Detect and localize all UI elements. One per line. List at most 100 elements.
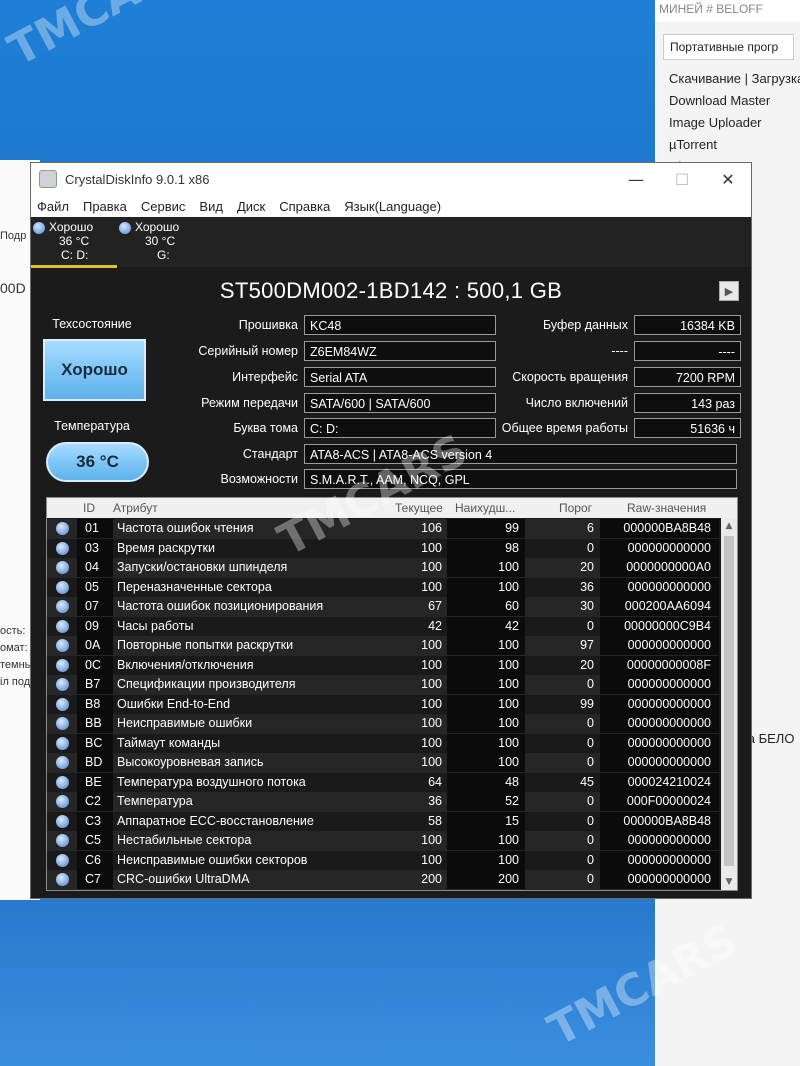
- smart-raw: 000000000000: [627, 579, 711, 594]
- table-row[interactable]: BE Температура воздушного потока 64 48 45 000…: [47, 772, 719, 792]
- health-status-button[interactable]: Хорошо: [43, 339, 146, 401]
- scroll-up-icon[interactable]: ▲: [721, 518, 737, 534]
- smart-raw: 000000000000: [627, 638, 711, 652]
- table-row[interactable]: 04 Запуски/остановки шпинделя 100 100 20 0000…: [47, 558, 719, 578]
- smart-current: 100: [421, 833, 442, 847]
- smart-worst: 99: [505, 521, 519, 535]
- maximize-button[interactable]: ☐: [659, 163, 705, 195]
- close-button[interactable]: ✕: [705, 163, 751, 195]
- col-threshold[interactable]: Порог: [559, 501, 592, 515]
- status-dot-icon: [56, 639, 69, 652]
- scroll-down-icon[interactable]: ▼: [721, 874, 737, 890]
- smart-id: C3: [85, 813, 101, 828]
- smart-id: 01: [85, 521, 99, 535]
- menu-disk[interactable]: Диск: [237, 199, 265, 214]
- table-row[interactable]: C3 Аппаратное ECC-восстановление 58 15 0 0000…: [47, 811, 719, 831]
- smart-worst: 42: [505, 618, 519, 633]
- smart-id: 07: [85, 599, 99, 613]
- menu-help[interactable]: Справка: [279, 199, 330, 214]
- menu-service[interactable]: Сервис: [141, 199, 186, 214]
- smart-attribute: Неисправимые ошибки: [117, 716, 253, 730]
- col-worst[interactable]: Наихудш...: [455, 501, 515, 515]
- table-row[interactable]: 0A Повторные попытки раскрутки 100 100 97 000…: [47, 636, 719, 656]
- transfer-label: Режим передачи: [201, 396, 298, 410]
- col-id[interactable]: ID: [83, 501, 95, 515]
- scroll-thumb[interactable]: [724, 536, 734, 866]
- status-dot-icon: [56, 756, 69, 769]
- next-disk-icon[interactable]: ▶: [719, 281, 739, 301]
- smart-raw: 00000000C9B4: [624, 618, 711, 633]
- status-dot-icon: [56, 561, 69, 574]
- menu-edit[interactable]: Правка: [83, 199, 127, 214]
- table-row[interactable]: BC Таймаут команды 100 100 0 000000000000: [47, 733, 719, 753]
- disk-tab-2[interactable]: Хорошо 30 °C G:: [117, 217, 203, 265]
- disk-tab-status: Хорошо: [49, 220, 94, 234]
- smart-threshold: 0: [587, 540, 594, 555]
- table-row[interactable]: 09 Часы работы 42 42 0 00000000C9B4: [47, 616, 719, 636]
- menu-language[interactable]: Язык(Language): [344, 199, 441, 214]
- temperature-button[interactable]: 36 °C: [46, 442, 149, 482]
- table-row[interactable]: BB Неисправимые ошибки 100 100 0 000000000000: [47, 714, 719, 734]
- table-row[interactable]: 0C Включения/отключения 100 100 20 0000000000…: [47, 655, 719, 675]
- table-row[interactable]: 07 Частота ошибок позиционирования 67 60 30 0…: [47, 597, 719, 617]
- smart-id: 0C: [85, 657, 101, 672]
- status-dot-icon: [56, 580, 69, 594]
- status-dot-icon: [56, 814, 69, 828]
- smart-id: C5: [85, 833, 101, 847]
- smart-threshold: 0: [587, 755, 594, 769]
- buffer-label: Буфер данных: [543, 318, 628, 332]
- blank-value: ----: [634, 341, 741, 361]
- smart-threshold: 30: [580, 599, 594, 613]
- smart-table: ID Атрибут Текущее Наихудш... Порог Raw-…: [46, 497, 738, 891]
- smart-threshold: 0: [587, 794, 594, 808]
- smart-raw: 000F00000024: [626, 794, 711, 808]
- smart-id: BC: [85, 735, 103, 750]
- table-row[interactable]: 03 Время раскрутки 100 98 0 000000000000: [47, 538, 719, 558]
- smart-worst: 100: [498, 735, 519, 750]
- col-raw[interactable]: Raw-значения: [627, 501, 706, 515]
- title-bar[interactable]: CrystalDiskInfo 9.0.1 x86 — ☐ ✕: [31, 163, 751, 195]
- smart-raw: 000000000000: [627, 716, 711, 730]
- table-row[interactable]: C6 Неисправимые ошибки секторов 100 100 0 000…: [47, 850, 719, 870]
- temperature-label: Температура: [54, 419, 130, 433]
- smart-attribute: Запуски/остановки шпинделя: [117, 560, 288, 574]
- serial-label: Серийный номер: [198, 344, 298, 358]
- standard-label: Стандарт: [242, 447, 298, 461]
- smart-attribute: CRC-ошибки UltraDMA: [117, 872, 250, 886]
- menu-view[interactable]: Вид: [199, 199, 223, 214]
- smart-id: C2: [85, 794, 101, 808]
- smart-attribute: Ошибки End-to-End: [117, 696, 231, 711]
- bg-browser-item: Image Uploader: [669, 115, 762, 130]
- minimize-button[interactable]: —: [613, 163, 659, 195]
- status-dot-icon: [56, 775, 69, 789]
- smart-scrollbar[interactable]: ▲ ▼: [721, 518, 737, 890]
- smart-attribute: Включения/отключения: [117, 657, 254, 672]
- table-row[interactable]: 01 Частота ошибок чтения 106 99 6 000000BA8B4…: [47, 519, 719, 539]
- smart-current: 100: [421, 852, 442, 867]
- menu-file[interactable]: Файл: [37, 199, 69, 214]
- status-good-icon: [33, 222, 45, 234]
- table-row[interactable]: C2 Температура 36 52 0 000F00000024: [47, 792, 719, 812]
- rotation-value: 7200 RPM: [634, 367, 741, 387]
- menu-bar: Файл Правка Сервис Вид Диск Справка Язык…: [31, 195, 751, 217]
- smart-raw: 000000000000: [627, 755, 711, 769]
- smart-worst: 100: [498, 696, 519, 711]
- smart-raw: 000000000000: [627, 696, 711, 711]
- smart-worst: 60: [505, 599, 519, 613]
- table-row[interactable]: B8 Ошибки End-to-End 100 100 99 000000000000: [47, 694, 719, 714]
- col-attribute[interactable]: Атрибут: [113, 501, 158, 515]
- smart-threshold: 0: [587, 813, 594, 828]
- smart-threshold: 6: [587, 521, 594, 535]
- table-row[interactable]: 05 Переназначенные сектора 100 100 36 0000000…: [47, 577, 719, 597]
- smart-attribute: Температура воздушного потока: [117, 774, 306, 789]
- smart-worst: 100: [498, 657, 519, 672]
- table-row[interactable]: BD Высокоуровневая запись 100 100 0 000000000…: [47, 753, 719, 773]
- smart-id: 04: [85, 560, 99, 574]
- smart-current: 42: [428, 618, 442, 633]
- disk-tab-1[interactable]: Хорошо 36 °C C: D:: [31, 217, 117, 268]
- smart-id: C6: [85, 852, 101, 867]
- bg-browser-tab[interactable]: Портативные прогр: [663, 34, 794, 60]
- table-row[interactable]: C5 Нестабильные сектора 100 100 0 00000000000…: [47, 831, 719, 851]
- table-row[interactable]: B7 Спецификации производителя 100 100 0 00000…: [47, 675, 719, 695]
- table-row[interactable]: C7 CRC-ошибки UltraDMA 200 200 0 000000000000: [47, 870, 719, 890]
